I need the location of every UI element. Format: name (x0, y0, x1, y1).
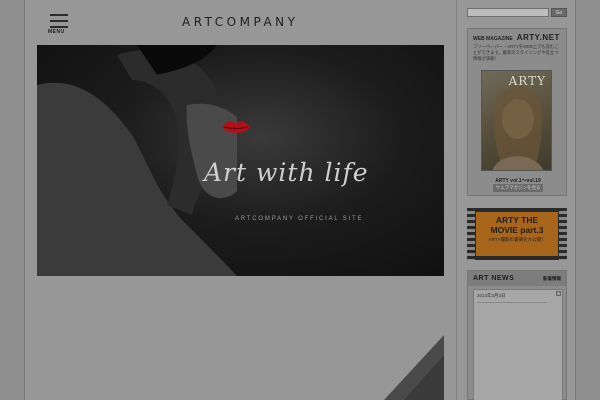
lips-graphic (222, 121, 250, 133)
hamburger-icon-bar (50, 26, 68, 28)
web-magazine-panel: WEB MAGAZINE ARTY.NET フリーペーパー・ARTYをWEB上で… (467, 28, 567, 196)
news-item-date[interactable]: 2014年3月3日 (477, 293, 506, 299)
news-header: ART NEWS 新着情報 (468, 271, 566, 286)
news-more-link[interactable]: 新着情報 (543, 276, 561, 282)
magazine-volumes: ARTY vol.1〜vol.19 (495, 178, 541, 184)
magazine-view-button[interactable]: ウェブマガジンを見る (493, 184, 543, 192)
main-column: MENU ARTCOMPANY Art with life ARTCOMPANY… (24, 0, 456, 400)
site-logo[interactable]: ARTCOMPANY (182, 15, 298, 29)
banner-line3: ARTY撮影の裏側を大公開！ (488, 237, 546, 242)
news-list[interactable]: 2014年3月3日 (473, 289, 563, 400)
sidebar: Go WEB MAGAZINE ARTY.NET フリーペーパー・ARTYをWE… (456, 0, 576, 400)
hamburger-icon-bar (50, 20, 68, 22)
search-input[interactable] (467, 8, 549, 17)
hamburger-icon (50, 14, 68, 16)
banner-line1: ARTY THE (495, 215, 539, 225)
film-strip-right (559, 208, 567, 260)
search-go-button[interactable]: Go (551, 8, 567, 17)
magazine-header: WEB MAGAZINE ARTY.NET (468, 29, 566, 44)
magazine-title[interactable]: ARTY.NET (517, 33, 560, 42)
cover-title: ARTY (508, 74, 546, 88)
art-news-panel: ART NEWS 新着情報 2014年3月3日 (467, 270, 567, 400)
news-title: ART NEWS (473, 275, 515, 282)
hero-image: Art with life ARTCOMPANY OFFICIAL SITE (37, 45, 444, 276)
magazine-label: WEB MAGAZINE (473, 36, 513, 42)
magazine-cover[interactable]: ARTY (481, 70, 552, 171)
scroll-up-icon[interactable] (556, 291, 561, 296)
film-strip-left (467, 208, 475, 260)
news-item-divider (477, 302, 547, 303)
secondary-image-corner (384, 335, 444, 400)
hero-tagline: Art with life (204, 158, 369, 187)
banner-line2: MOVIE part.3 (490, 225, 544, 235)
magazine-description: フリーペーパー・ARTYをWEB上でも読むことができます。最新のスタイリングや役… (473, 44, 559, 61)
banner-content: ARTY THE MOVIE part.3 ARTY撮影の裏側を大公開！ (476, 212, 558, 256)
movie-banner[interactable]: ARTY THE MOVIE part.3 ARTY撮影の裏側を大公開！ (467, 208, 567, 260)
menu-label[interactable]: MENU (48, 29, 65, 35)
hero-subtitle: ARTCOMPANY OFFICIAL SITE (235, 216, 364, 222)
